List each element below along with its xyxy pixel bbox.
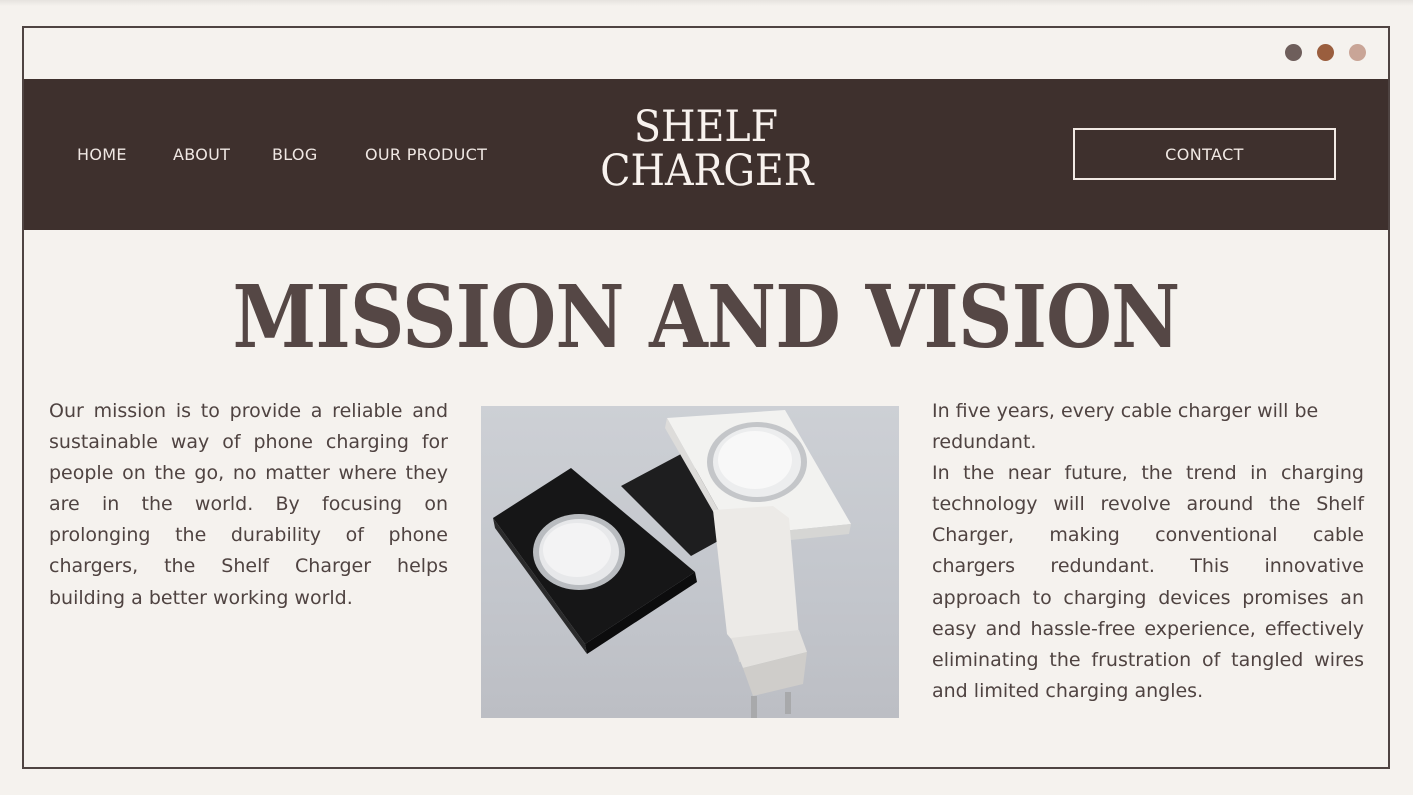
vision-text-1: In five years, every cable charger will … <box>932 400 1319 454</box>
contact-button[interactable]: CONTACT <box>1073 128 1336 180</box>
page-title: MISSION AND VISION <box>232 267 1181 368</box>
logo-line-2: CHARGER <box>600 146 814 196</box>
site-logo[interactable]: SHELF CHARGER <box>600 102 814 196</box>
product-photo-icon <box>493 410 851 718</box>
mission-column: Our mission is to provide a reliable and… <box>49 396 448 614</box>
navbar: HOME ABOUT BLOG OUR PRODUCT SHELF CHARGE… <box>24 79 1388 230</box>
mission-text: Our mission is to provide a reliable and… <box>49 400 448 609</box>
vision-column: In five years, every cable charger will … <box>932 396 1364 707</box>
nav-link-blog[interactable]: BLOG <box>272 145 318 164</box>
logo-line-1: SHELF <box>633 102 779 152</box>
nav-link-our-product[interactable]: OUR PRODUCT <box>365 145 487 164</box>
vision-text-2: In the near future, the trend in chargin… <box>932 462 1364 702</box>
product-photo <box>481 406 899 718</box>
top-shade <box>0 0 1413 6</box>
nav-link-about[interactable]: ABOUT <box>173 145 230 164</box>
control-dot-1-icon[interactable] <box>1285 44 1302 61</box>
page-frame: HOME ABOUT BLOG OUR PRODUCT SHELF CHARGE… <box>22 26 1390 769</box>
nav-link-home[interactable]: HOME <box>77 145 127 164</box>
control-dot-3-icon[interactable] <box>1349 44 1366 61</box>
window-controls <box>1285 44 1366 61</box>
control-dot-2-icon[interactable] <box>1317 44 1334 61</box>
